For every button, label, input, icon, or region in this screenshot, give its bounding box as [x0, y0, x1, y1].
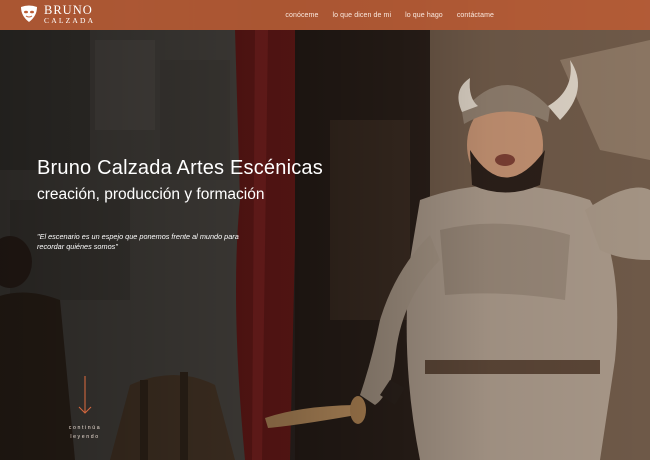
- nav-link-services[interactable]: lo que hago: [405, 12, 443, 19]
- hero-subtitle: creación, producción y formación: [37, 186, 265, 203]
- nav-link-testimonials[interactable]: lo que dicen de mi: [332, 12, 391, 19]
- hero-overlay: [0, 0, 650, 460]
- nav-link-contact[interactable]: contáctame: [457, 12, 494, 19]
- scroll-hint-line2: leyendo: [70, 434, 100, 440]
- nav-link-conoceme[interactable]: conóceme: [285, 12, 318, 19]
- brand-name: BRUNO: [44, 2, 93, 17]
- hero-section: [0, 0, 650, 460]
- brand-subname: CALZADA: [44, 16, 96, 25]
- scroll-hint[interactable]: continúa leyendo: [60, 424, 110, 442]
- arrow-down-icon[interactable]: [78, 376, 92, 416]
- theater-mask-icon: [21, 5, 37, 22]
- scroll-hint-line1: continúa: [68, 425, 102, 431]
- hero-quote: "El escenario es un espejo que ponemos f…: [37, 232, 239, 251]
- main-nav: conóceme lo que dicen de mi lo que hago …: [285, 0, 650, 30]
- brand-logo[interactable]: BRUNO CALZADA: [18, 3, 95, 25]
- top-navbar: BRUNO CALZADA conóceme lo que dicen de m…: [0, 0, 650, 30]
- hero-title: Bruno Calzada Artes Escénicas: [37, 157, 323, 179]
